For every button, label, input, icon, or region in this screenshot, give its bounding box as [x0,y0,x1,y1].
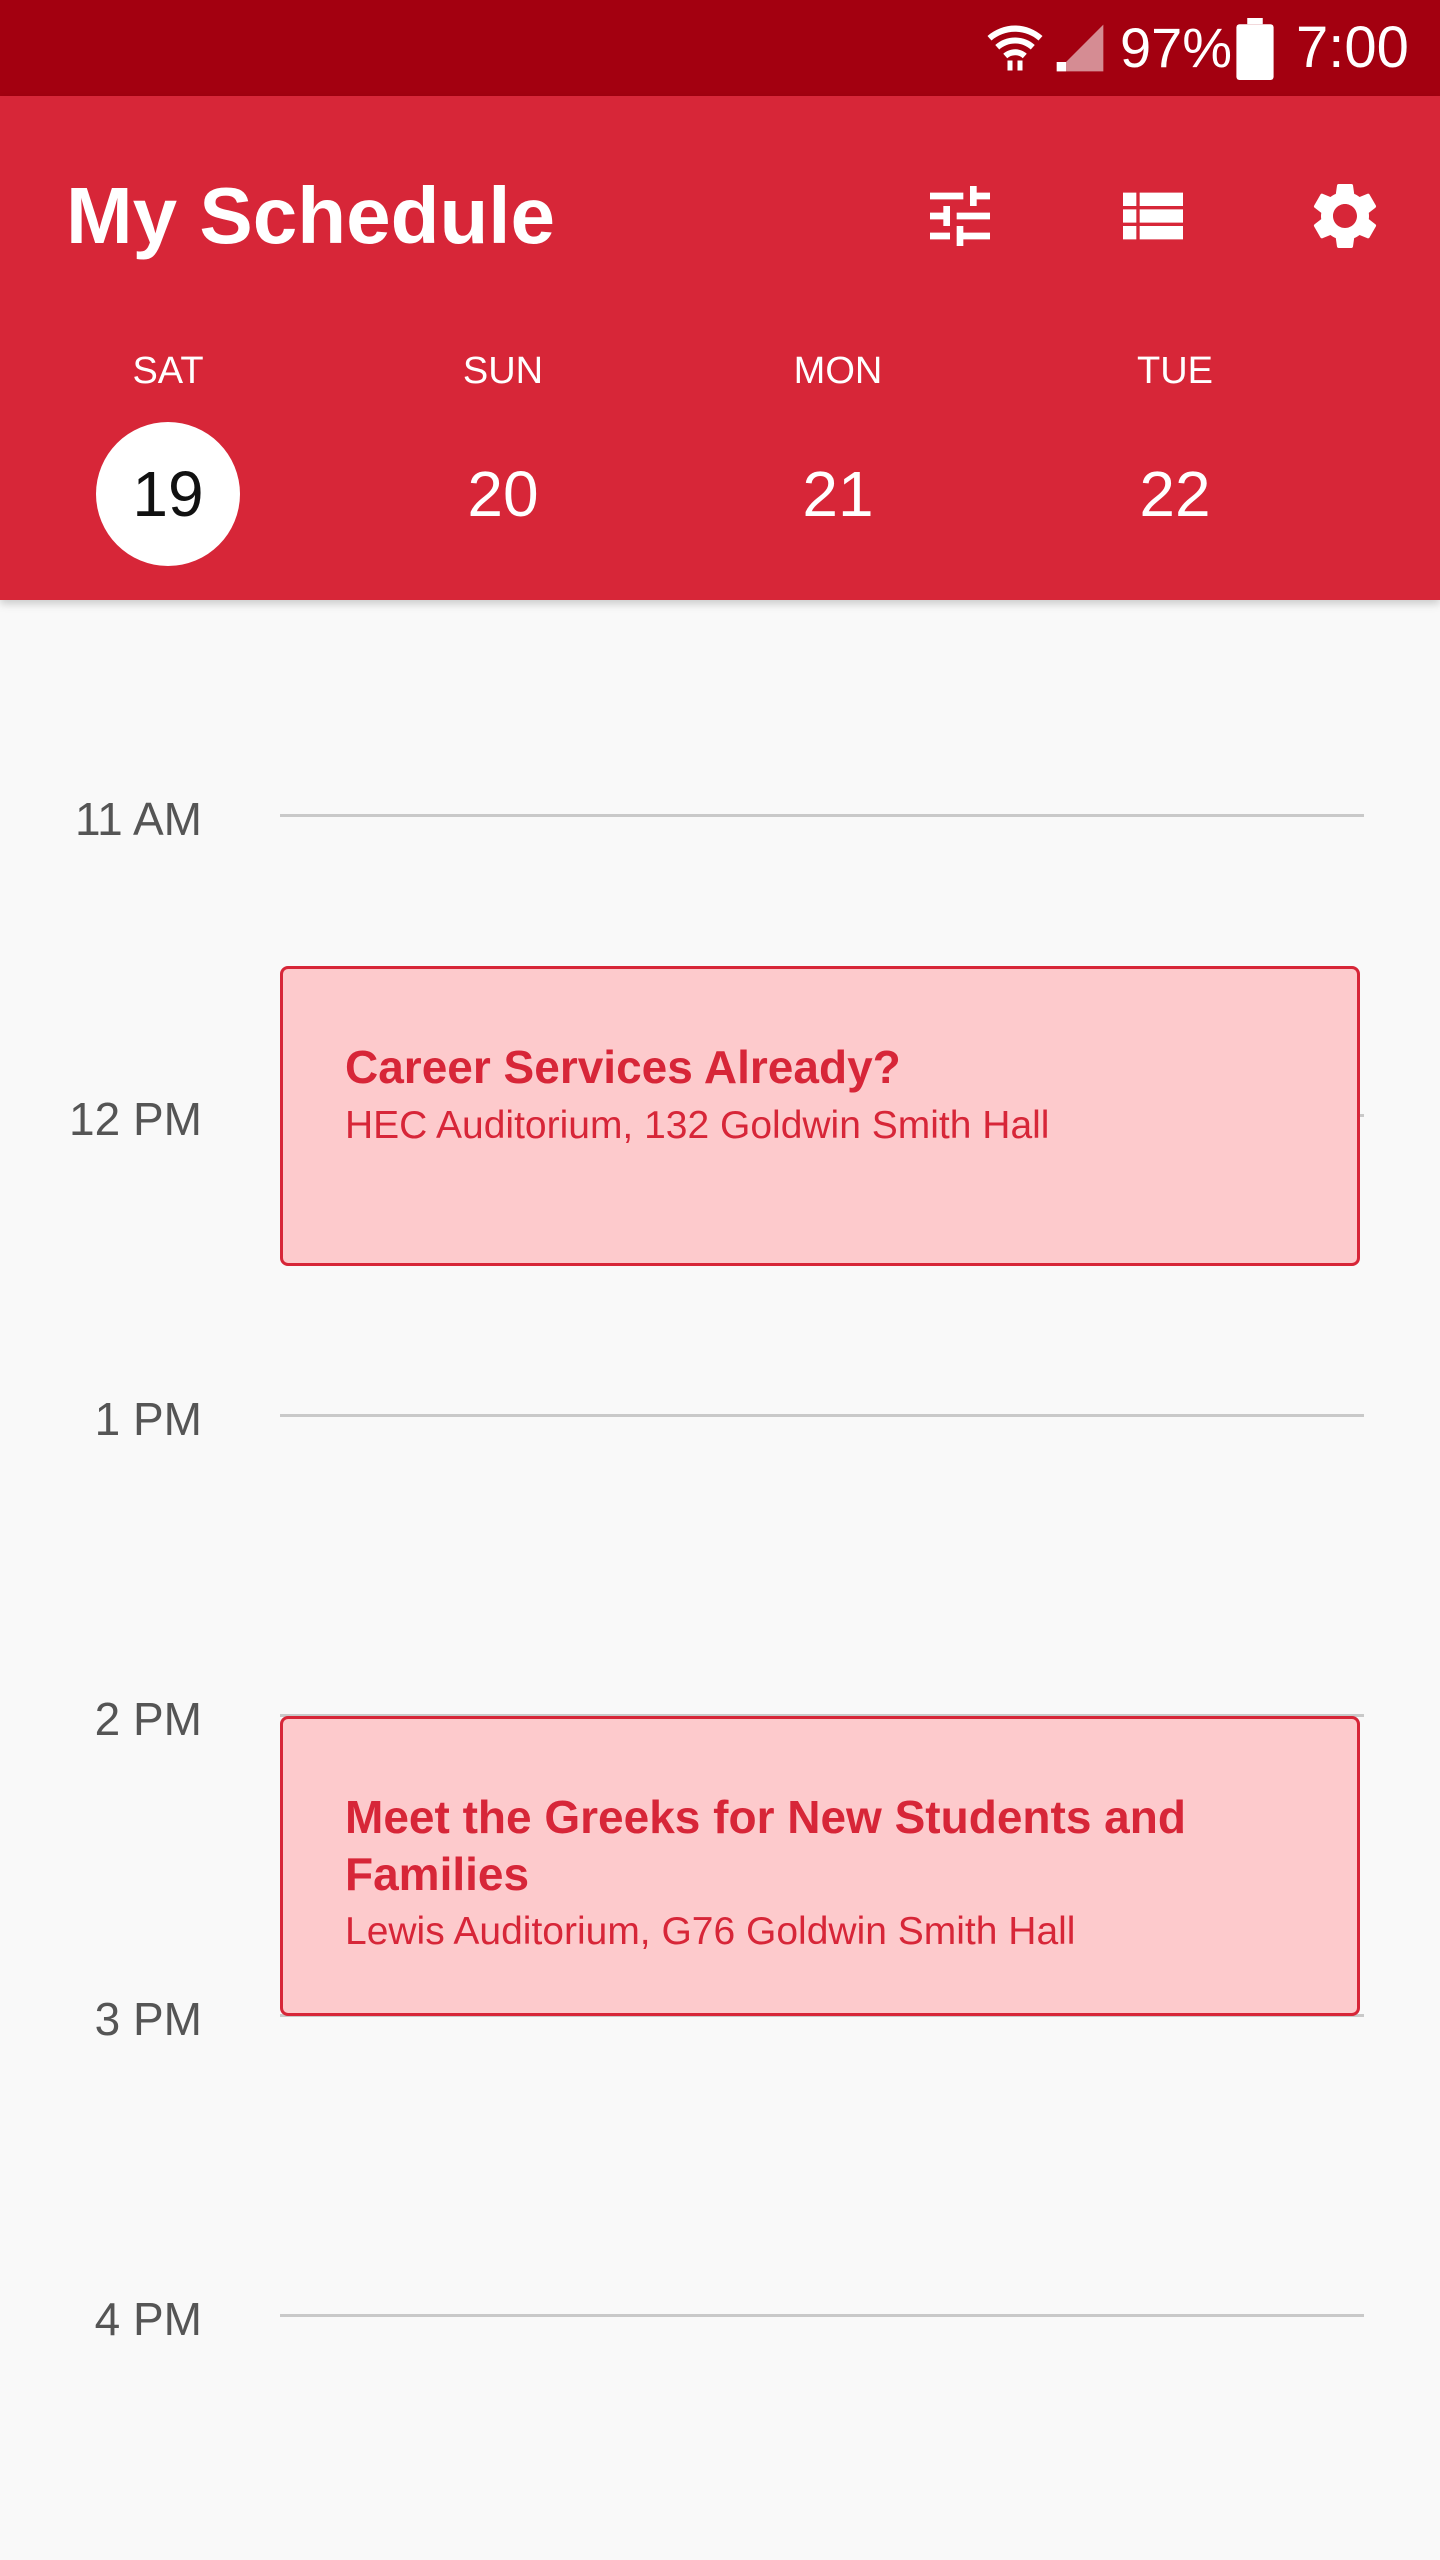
hour-label-3pm: 3 PM [94,1993,202,2045]
hour-label-4pm: 4 PM [94,2293,202,2345]
settings-button[interactable] [1285,156,1405,276]
filter-icon [930,186,990,246]
hour-label-12pm: 12 PM [69,1093,202,1145]
day-selector-sun[interactable]: SUN 20 [403,346,603,586]
wifi-icon [987,25,1043,71]
date-number: 20 [467,458,539,530]
event-title: Career Services Already? [345,1041,901,1093]
date-number: 21 [802,458,874,530]
signal-icon [1056,24,1104,72]
hour-divider [280,2314,1364,2317]
battery-percentage: 97% [1120,16,1233,79]
weekday-label: MON [793,350,883,392]
day-selector-mon[interactable]: MON 21 [738,346,938,586]
app-bar: My Schedule SAT 19 SUN 20 MON 21 TUE 22 [0,96,1440,600]
event-location: Lewis Auditorium, G76 Goldwin Smith Hall [345,1910,1076,1953]
weekday-label: TUE [1137,350,1213,392]
hour-label-11am: 11 AM [75,793,202,845]
gear-icon [1313,183,1377,248]
weekday-label: SAT [132,350,204,392]
event-card-meet-the-greeks[interactable]: Meet the Greeks for New Students and Fam… [280,1716,1360,2016]
event-title: Meet the Greeks for New Students and Fam… [345,1791,1186,1900]
hour-label-2pm: 2 PM [94,1693,202,1745]
day-selector-tue[interactable]: TUE 22 [1075,346,1275,586]
hour-divider [280,814,1364,817]
status-clock: 7:00 [1296,15,1409,80]
weekday-label: SUN [462,350,544,392]
battery-icon [1236,18,1274,80]
page-title: My Schedule [66,171,556,260]
event-location: HEC Auditorium, 132 Goldwin Smith Hall [345,1104,1050,1147]
list-view-button[interactable] [1093,156,1213,276]
day-selector-sat[interactable]: SAT 19 [68,346,268,586]
hour-divider [280,1414,1364,1417]
date-number: 22 [1139,458,1211,530]
list-view-icon [1123,192,1183,240]
event-card-career-services[interactable]: Career Services Already? HEC Auditorium,… [280,966,1360,1266]
hour-label-1pm: 1 PM [94,1393,202,1445]
filter-button[interactable] [900,156,1020,276]
date-number-selected: 19 [96,422,240,566]
status-bar: 97% 7:00 [0,0,1440,96]
